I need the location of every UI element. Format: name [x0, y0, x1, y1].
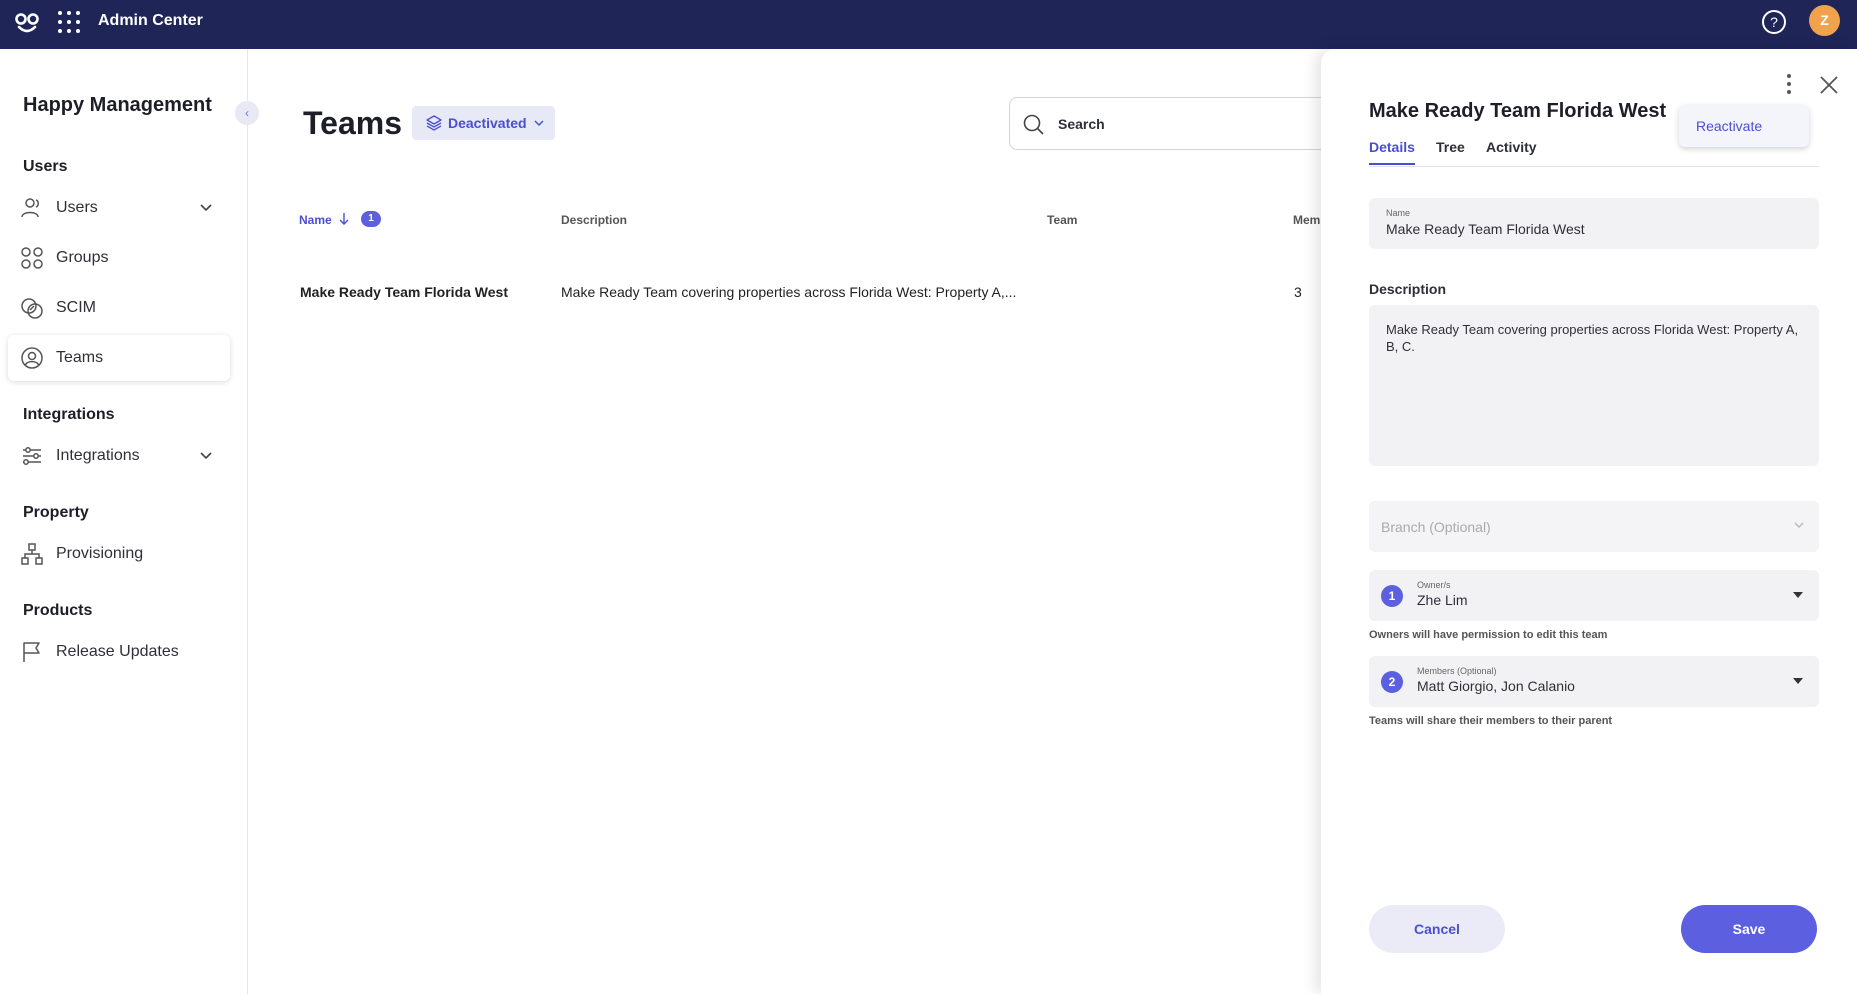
- owners-hint: Owners will have permission to edit this…: [1369, 629, 1608, 641]
- sidebar-item-label: Provisioning: [56, 545, 144, 562]
- sidebar-item-users[interactable]: Users: [8, 185, 230, 231]
- members-select[interactable]: 2 Members (Optional) Matt Giorgio, Jon C…: [1369, 656, 1819, 707]
- sidebar-item-teams[interactable]: Teams: [8, 335, 230, 381]
- tab-tree[interactable]: Tree: [1436, 139, 1465, 155]
- sidebar-item-label: Release Updates: [56, 643, 179, 660]
- flag-icon: [23, 642, 40, 662]
- members-label: Members (Optional): [1417, 666, 1497, 676]
- sidebar: Happy Management Users Users Groups SCIM…: [0, 49, 248, 994]
- step-badge: 2: [1381, 671, 1403, 693]
- help-icon[interactable]: ?: [1762, 10, 1786, 34]
- chevron-down-icon[interactable]: [198, 447, 214, 463]
- tab-activity[interactable]: Activity: [1486, 139, 1537, 155]
- dropdown-caret-icon: [1793, 592, 1803, 598]
- members-hint: Teams will share their members to their …: [1369, 715, 1613, 727]
- logo-icon[interactable]: [14, 10, 40, 36]
- layers-icon: [426, 115, 442, 131]
- chevron-down-icon: [1794, 522, 1804, 529]
- owners-value: Zhe Lim: [1417, 592, 1468, 608]
- avatar[interactable]: Z: [1809, 5, 1840, 36]
- step-badge: 1: [1381, 585, 1403, 607]
- user-icon: [21, 198, 39, 218]
- status-filter-dropdown[interactable]: Deactivated: [412, 106, 555, 140]
- sidebar-item-scim[interactable]: SCIM: [8, 285, 230, 331]
- section-title-users: Users: [23, 158, 68, 175]
- section-title-property: Property: [23, 504, 89, 521]
- hierarchy-icon: [21, 543, 43, 565]
- sidebar-item-label: Users: [56, 199, 98, 216]
- members-value: Matt Giorgio, Jon Calanio: [1417, 678, 1575, 694]
- branch-placeholder: Branch (Optional): [1381, 519, 1491, 535]
- status-filter-label: Deactivated: [448, 115, 527, 131]
- name-field-value: Make Ready Team Florida West: [1386, 221, 1585, 237]
- sort-down-icon[interactable]: [338, 212, 350, 226]
- team-details-panel: Make Ready Team Florida West Reactivate …: [1321, 49, 1857, 994]
- sidebar-item-label: Integrations: [56, 447, 140, 464]
- top-bar: Admin Center ? Z: [0, 0, 1857, 49]
- sidebar-item-label: Teams: [56, 349, 104, 366]
- row-members: 3: [1294, 284, 1302, 300]
- chevron-down-icon: [534, 120, 544, 127]
- section-title-integrations: Integrations: [23, 406, 115, 423]
- tab-details[interactable]: Details: [1369, 139, 1415, 165]
- description-value: Make Ready Team covering properties acro…: [1386, 322, 1799, 354]
- groups-icon: [21, 247, 43, 269]
- sort-count-badge: 1: [361, 211, 381, 227]
- row-name[interactable]: Make Ready Team Florida West: [300, 284, 508, 300]
- close-icon[interactable]: [1819, 75, 1839, 95]
- app-title: Admin Center: [98, 12, 203, 29]
- app-launcher-icon[interactable]: [58, 11, 80, 33]
- search-placeholder: Search: [1058, 116, 1105, 132]
- reactivate-label: Reactivate: [1696, 118, 1763, 134]
- column-header-team[interactable]: Team: [1047, 213, 1077, 227]
- org-name: Happy Management: [23, 94, 212, 116]
- team-icon: [21, 347, 43, 369]
- sidebar-item-groups[interactable]: Groups: [8, 235, 230, 281]
- sidebar-item-label: Groups: [56, 249, 109, 266]
- more-options-icon[interactable]: [1785, 73, 1793, 95]
- description-textarea[interactable]: Make Ready Team covering properties acro…: [1369, 305, 1819, 466]
- column-header-description[interactable]: Description: [561, 213, 627, 227]
- panel-tabs: Details Tree Activity: [1369, 139, 1819, 167]
- row-description: Make Ready Team covering properties acro…: [561, 284, 1017, 300]
- sidebar-item-provisioning[interactable]: Provisioning: [8, 531, 230, 577]
- search-input[interactable]: Search: [1009, 97, 1329, 150]
- sidebar-item-integrations[interactable]: Integrations: [8, 433, 230, 479]
- integrations-icon: [23, 447, 41, 465]
- sidebar-item-label: SCIM: [56, 299, 96, 316]
- panel-title: Make Ready Team Florida West: [1369, 100, 1667, 122]
- scim-icon: [21, 298, 43, 319]
- chevron-down-icon[interactable]: [198, 199, 214, 215]
- save-button[interactable]: Save: [1681, 905, 1817, 953]
- name-field[interactable]: Name Make Ready Team Florida West: [1369, 198, 1819, 249]
- dropdown-caret-icon: [1793, 678, 1803, 684]
- column-header-name[interactable]: Name: [299, 213, 332, 227]
- sidebar-item-release-updates[interactable]: Release Updates: [8, 629, 230, 675]
- branch-select[interactable]: Branch (Optional): [1369, 501, 1819, 552]
- owners-label: Owner/s: [1417, 580, 1451, 590]
- section-title-products: Products: [23, 602, 93, 619]
- page-title: Teams: [303, 105, 403, 141]
- name-field-label: Name: [1386, 208, 1411, 218]
- cancel-button[interactable]: Cancel: [1369, 905, 1505, 953]
- description-label: Description: [1369, 281, 1447, 297]
- collapse-sidebar-button[interactable]: ‹: [235, 101, 259, 125]
- owners-select[interactable]: 1 Owner/s Zhe Lim: [1369, 570, 1819, 621]
- column-header-members[interactable]: Mem: [1293, 213, 1320, 227]
- search-icon: [1023, 114, 1044, 135]
